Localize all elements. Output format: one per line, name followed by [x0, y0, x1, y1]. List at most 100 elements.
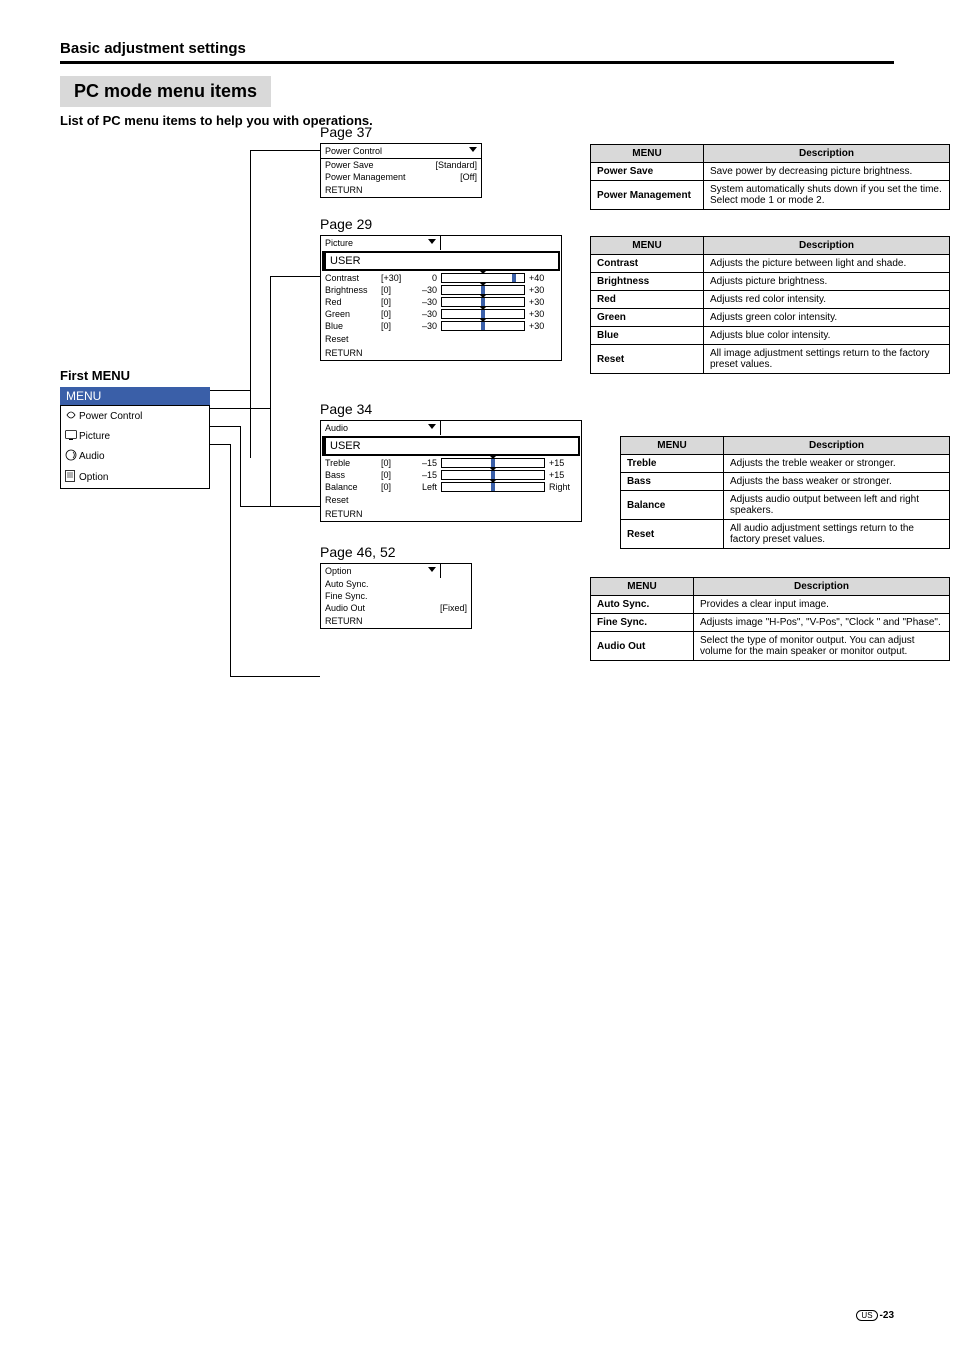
panel-row[interactable]: Audio Out[Fixed] — [321, 602, 471, 614]
first-menu-item-option[interactable]: Option — [61, 467, 209, 488]
slider-row[interactable]: Balance[0]LeftRight — [321, 481, 581, 493]
slider-row[interactable]: Contrast[+30]0+40 — [321, 272, 561, 284]
connector — [250, 150, 251, 458]
slider-hi: +30 — [529, 321, 557, 331]
panel-row[interactable]: Power Save[Standard] — [321, 159, 481, 171]
first-menu-item-label: Audio — [79, 451, 205, 462]
th-desc: Description — [724, 437, 950, 455]
slider-lo: –30 — [413, 321, 437, 331]
panel-row[interactable]: RETURN — [321, 183, 481, 197]
desc-cell: Save power by decreasing picture brightn… — [704, 163, 950, 181]
table-row: ContrastAdjusts the picture between ligh… — [591, 255, 950, 273]
slider-hi: +15 — [549, 458, 577, 468]
first-menu-item-label: Picture — [79, 431, 205, 442]
panel-audio: Audio USER Treble[0]–15+15Bass[0]–15+15B… — [320, 420, 582, 522]
slider-val: [0] — [381, 470, 409, 480]
panel-row[interactable]: RETURN — [321, 346, 561, 360]
slider-row[interactable]: Treble[0]–15+15 — [321, 457, 581, 469]
panel-row[interactable]: Reset — [321, 332, 561, 346]
desc-cell: Select the type of monitor output. You c… — [694, 632, 950, 661]
slider-row[interactable]: Blue[0]–30+30 — [321, 320, 561, 332]
slider-lo: –30 — [413, 309, 437, 319]
page-ref-picture: Page 29 — [320, 216, 580, 232]
table-row: TrebleAdjusts the treble weaker or stron… — [621, 455, 950, 473]
connector — [250, 150, 320, 151]
slider-hi: +30 — [529, 297, 557, 307]
desc-cell: Adjusts image "H-Pos", "V-Pos", "Clock "… — [694, 614, 950, 632]
connector — [210, 444, 230, 445]
table-row: GreenAdjusts green color intensity. — [591, 309, 950, 327]
menu-cell: Bass — [621, 473, 724, 491]
slider-row[interactable]: Red[0]–30+30 — [321, 296, 561, 308]
table-row: ResetAll audio adjustment settings retur… — [621, 520, 950, 549]
desc-cell: Adjusts the picture between light and sh… — [704, 255, 950, 273]
slider-track[interactable] — [441, 297, 525, 307]
slider-lo: –30 — [413, 285, 437, 295]
panel-row[interactable]: RETURN — [321, 614, 471, 628]
leaf-icon — [65, 409, 79, 424]
desc-cell: Adjusts the treble weaker or stronger. — [724, 455, 950, 473]
slider-name: Bass — [325, 470, 377, 480]
panel-row[interactable]: RETURN — [321, 507, 581, 521]
desc-cell: Adjusts audio output between left and ri… — [724, 491, 950, 520]
slider-track[interactable] — [441, 273, 525, 283]
connector — [270, 276, 271, 506]
first-menu-item-label: Power Control — [79, 411, 205, 422]
first-menu-item-power[interactable]: Power Control — [61, 406, 209, 427]
picture-icon — [65, 430, 79, 443]
menu-cell: Audio Out — [591, 632, 694, 661]
region-badge: US — [856, 1310, 877, 1321]
desc-cell: Adjusts blue color intensity. — [704, 327, 950, 345]
slider-row[interactable]: Bass[0]–15+15 — [321, 469, 581, 481]
first-menu-item-picture[interactable]: Picture — [61, 427, 209, 446]
page-number: -23 — [880, 1310, 894, 1321]
menu-cell: Balance — [621, 491, 724, 520]
first-menu-bar: MENU — [60, 387, 210, 405]
panel-picture: Picture USER Contrast[+30]0+40Brightness… — [320, 235, 562, 361]
th-desc: Description — [704, 145, 950, 163]
panel-row[interactable]: Reset — [321, 493, 581, 507]
th-menu: MENU — [591, 145, 704, 163]
first-menu-item-audio[interactable]: Audio — [61, 446, 209, 467]
slider-hi: +40 — [529, 273, 557, 283]
slider-track[interactable] — [441, 285, 525, 295]
table-row: BrightnessAdjusts picture brightness. — [591, 273, 950, 291]
desc-cell: All audio adjustment settings return to … — [724, 520, 950, 549]
slider-track[interactable] — [441, 321, 525, 331]
panel-option-title: Option — [321, 564, 441, 578]
th-menu: MENU — [591, 578, 694, 596]
menu-cell: Reset — [591, 345, 704, 374]
footer: US-23 — [856, 1310, 894, 1321]
slider-val: [0] — [381, 285, 409, 295]
slider-hi: Right — [549, 482, 577, 492]
slider-name: Red — [325, 297, 377, 307]
slider-name: Balance — [325, 482, 377, 492]
connector — [210, 390, 250, 391]
slider-row[interactable]: Green[0]–30+30 — [321, 308, 561, 320]
first-menu-item-label: Option — [79, 472, 205, 483]
desc-table-audio: MENUDescription TrebleAdjusts the treble… — [620, 436, 950, 549]
slider-lo: –30 — [413, 297, 437, 307]
panel-row[interactable]: Power Management[Off] — [321, 171, 481, 183]
slider-lo: Left — [413, 482, 437, 492]
mid-col: Page 37 Power Control Power Save[Standar… — [320, 138, 580, 629]
first-menu-body: Power Control Picture Audio Option — [60, 405, 210, 489]
desc-table-picture: MENUDescription ContrastAdjusts the pict… — [590, 236, 950, 374]
connector — [230, 676, 320, 677]
table-row: Power SaveSave power by decreasing pictu… — [591, 163, 950, 181]
page-ref-audio: Page 34 — [320, 401, 580, 417]
panel-audio-title: Audio — [321, 421, 441, 435]
desc-cell: System automatically shuts down if you s… — [704, 181, 950, 210]
slider-track[interactable] — [441, 458, 545, 468]
panel-row[interactable]: Auto Sync. — [321, 578, 471, 590]
slider-track[interactable] — [441, 482, 545, 492]
desc-cell: Provides a clear input image. — [694, 596, 950, 614]
slider-track[interactable] — [441, 470, 545, 480]
audio-icon — [65, 449, 79, 464]
slider-track[interactable] — [441, 309, 525, 319]
desc-cell: Adjusts green color intensity. — [704, 309, 950, 327]
panel-picture-title: Picture — [321, 236, 441, 250]
slider-val: [0] — [381, 458, 409, 468]
panel-row[interactable]: Fine Sync. — [321, 590, 471, 602]
slider-row[interactable]: Brightness[0]–30+30 — [321, 284, 561, 296]
